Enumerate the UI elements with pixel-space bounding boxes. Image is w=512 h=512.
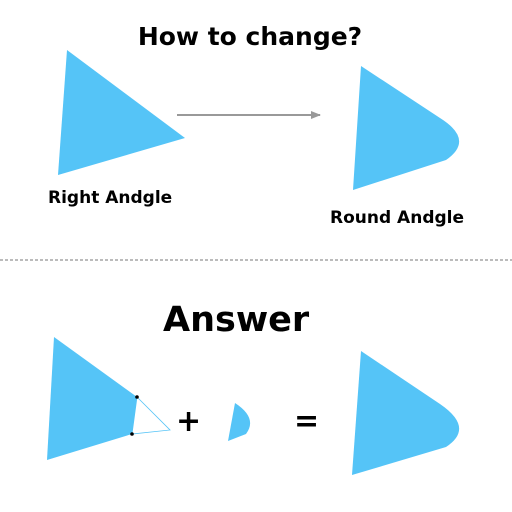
plus-symbol: +	[176, 404, 202, 439]
cut-point-bottom	[130, 432, 134, 436]
diagram-canvas: How to change? Right Andgle Round Andgle…	[0, 0, 512, 512]
cut-triangle	[47, 337, 137, 460]
right-angle-triangle	[58, 50, 185, 175]
round-angle-label: Round Andgle	[330, 208, 465, 228]
result-round-triangle	[352, 351, 460, 475]
answer-title: Answer	[163, 300, 310, 340]
round-angle-triangle	[353, 66, 460, 190]
removed-corner-outline	[131, 396, 171, 435]
equals-symbol: =	[294, 404, 320, 439]
diagram-graphics	[0, 50, 512, 475]
rounded-cap-piece	[228, 403, 251, 441]
cut-point-top	[135, 395, 139, 399]
page-title: How to change?	[137, 22, 363, 51]
right-angle-label: Right Andgle	[48, 188, 173, 208]
